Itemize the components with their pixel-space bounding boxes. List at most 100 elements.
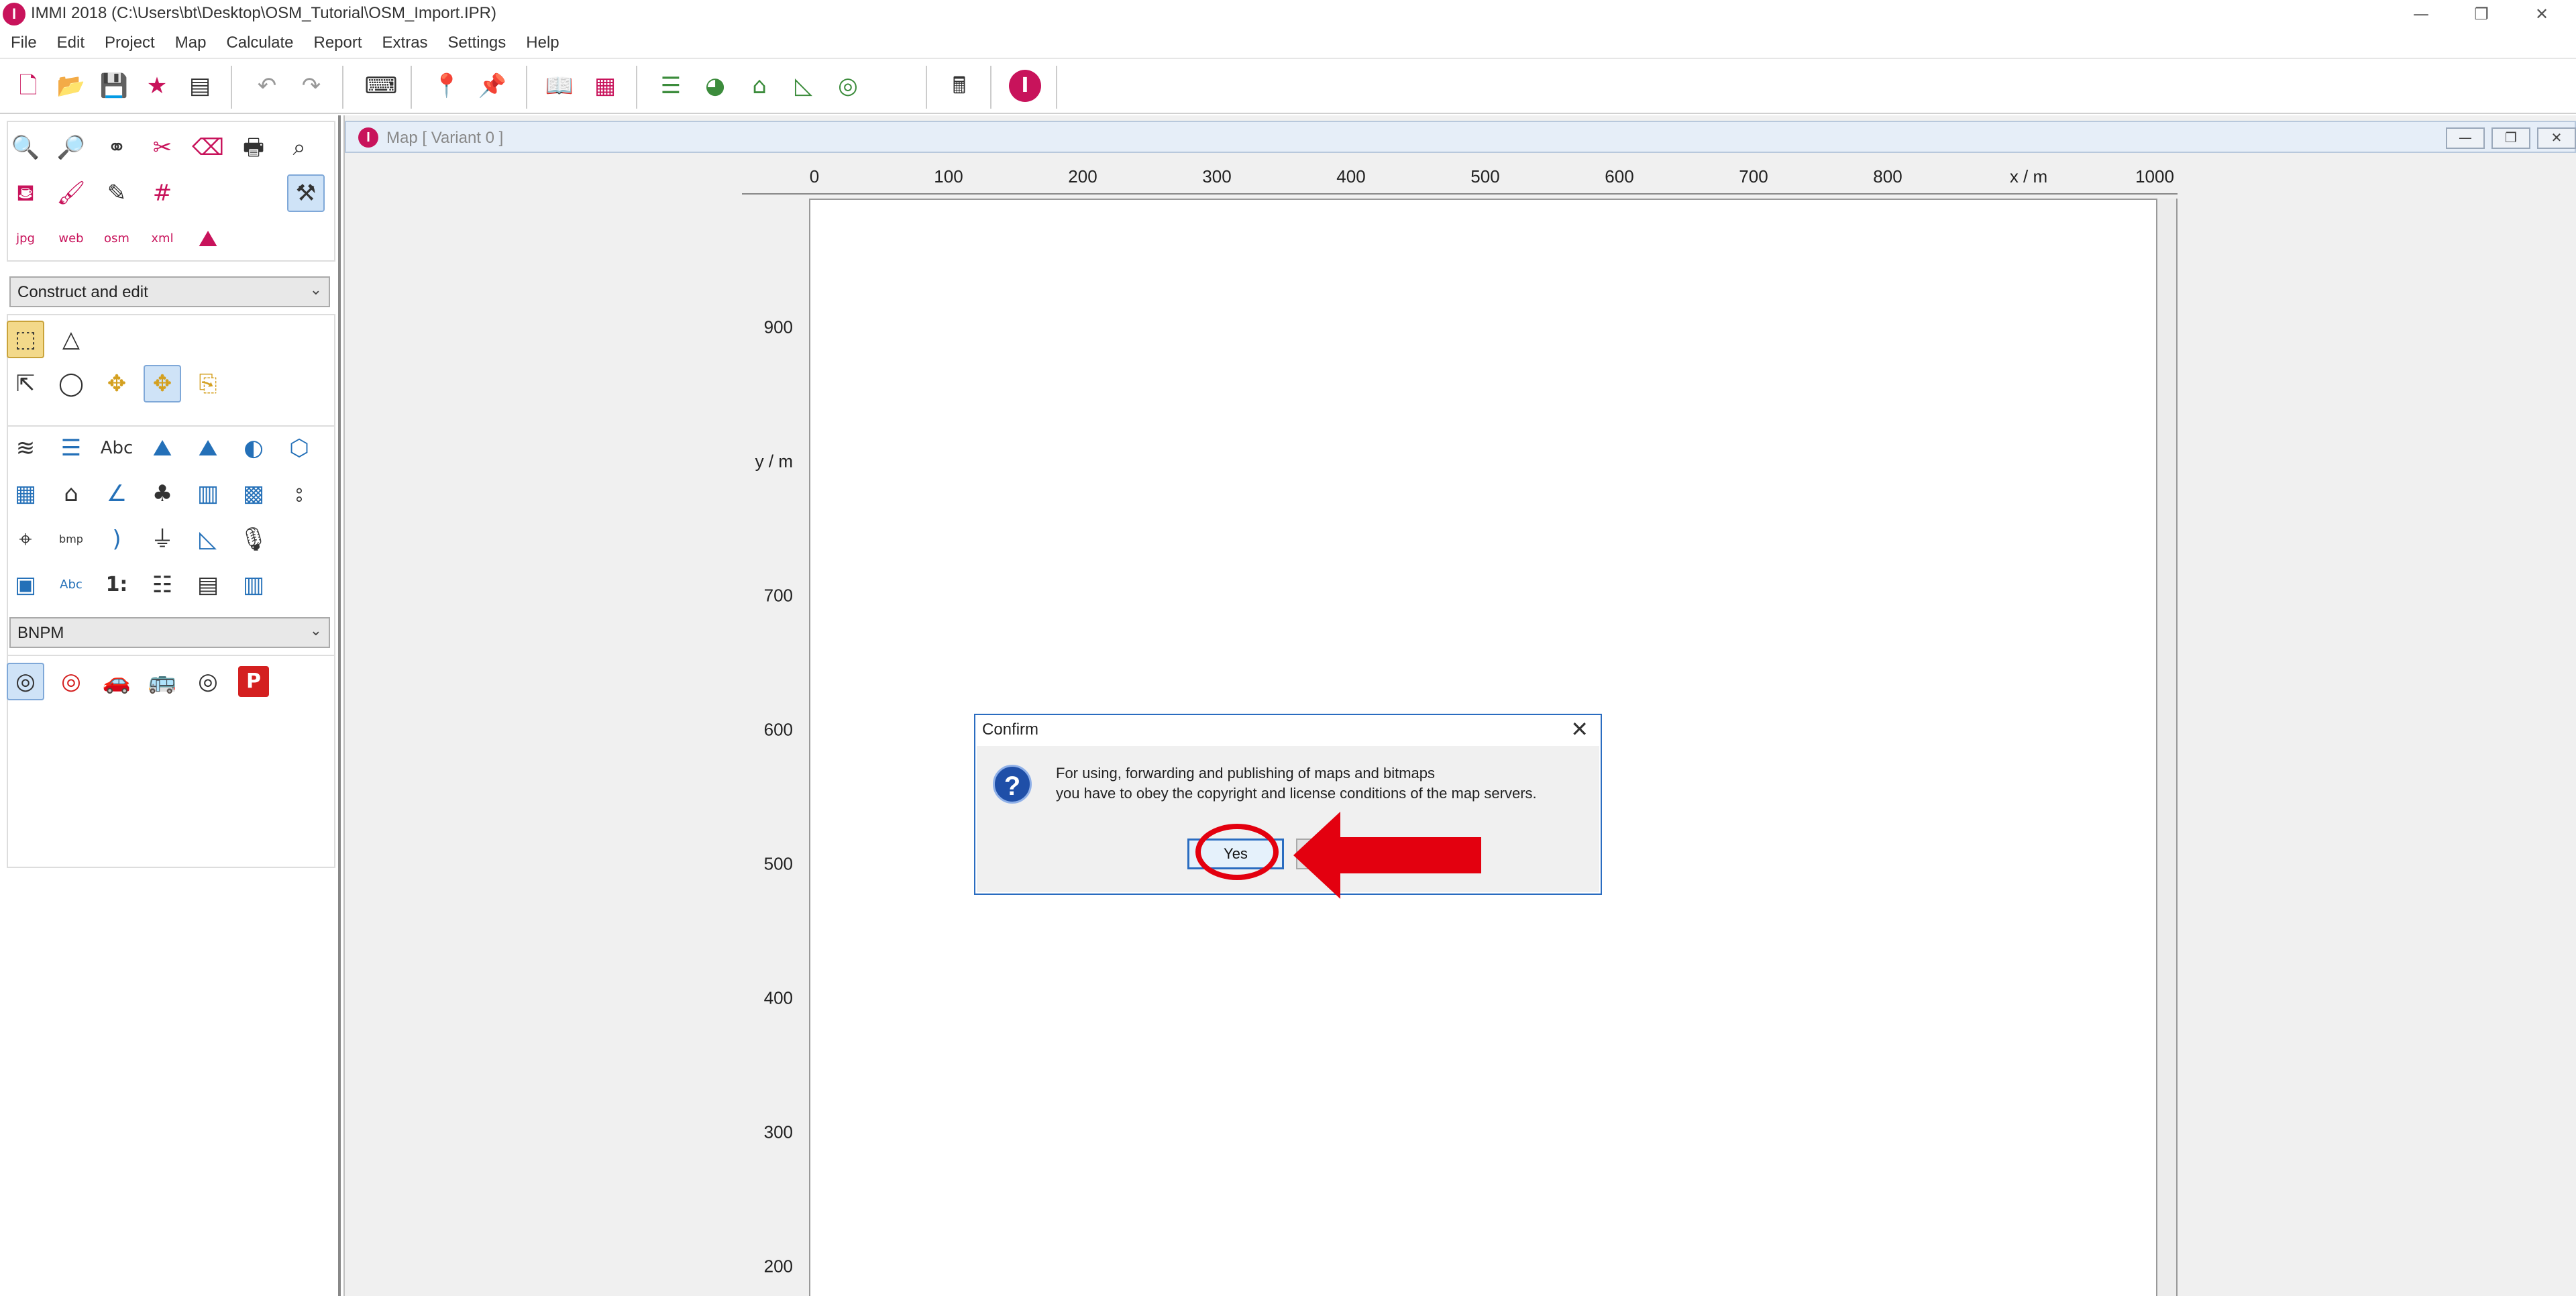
car-icon[interactable]: 🚗 [98,663,136,700]
move-icon[interactable]: ✥ [98,365,136,402]
slope-grid-icon[interactable]: ◺ [189,521,227,558]
open-project-icon[interactable]: 📂 [52,67,90,105]
map-minimize-button[interactable]: — [2446,127,2485,149]
menu-project[interactable]: Project [94,30,164,52]
menu-map[interactable]: Map [164,30,216,52]
mountain-line-icon[interactable]: ⛰ [189,429,227,467]
settings-sliders-icon[interactable]: ☰ [652,67,690,105]
no-button[interactable] [1296,839,1393,869]
select-edit-icon[interactable]: ⬚ [7,321,44,358]
mode-select[interactable]: Construct and edit ⌄ [9,276,330,307]
menu-bar: File Edit Project Map Calculate Report Extras S… [0,30,2576,56]
close-button[interactable]: ✕ [2512,0,2572,28]
printer-icon[interactable]: 🖶 [235,129,272,166]
restore-button[interactable]: ❐ [2451,0,2512,28]
frame-icon[interactable]: ▣ [7,566,44,604]
building-icon[interactable]: ⌂ [52,475,90,512]
properties-icon[interactable]: ▤ [181,67,219,105]
object-type-select[interactable]: BNPM ⌄ [9,617,330,648]
map-pin-icon[interactable]: 📍 [428,67,466,105]
eraser-icon[interactable]: ⌫ [189,129,227,166]
text-abc-icon[interactable]: Abc [98,429,136,467]
target-icon[interactable]: ◎ [829,67,867,105]
list-icon[interactable]: ☷ [144,566,181,604]
sound-source-icon[interactable]: ) [98,521,136,558]
map-close-button[interactable]: ✕ [2537,127,2576,149]
road-curve-icon[interactable]: ≋ [7,429,44,467]
scissors-icon[interactable]: ✂ [144,129,181,166]
menu-help[interactable]: Help [515,30,568,52]
columns-icon[interactable]: ▥ [235,566,272,604]
tree-icon[interactable]: ♣ [144,475,181,512]
undo-icon[interactable]: ↶ [248,67,286,105]
binoculars-icon[interactable]: ⚭ [98,129,136,166]
traffic-light-icon[interactable]: ⦂ [280,475,318,512]
road-icon[interactable]: ☰ [52,429,90,467]
house-icon[interactable]: ⌂ [741,67,778,105]
book-icon[interactable]: 📖 [541,67,578,105]
move-points-icon[interactable]: ✥ [144,365,181,402]
dialog-close-icon[interactable]: ✕ [1570,716,1589,742]
menu-report[interactable]: Report [303,30,371,52]
pie-ball-icon[interactable]: ◐ [235,429,272,467]
menu-extras[interactable]: Extras [372,30,437,52]
pencil-icon[interactable]: ✎ [98,174,136,212]
redo-icon[interactable]: ↷ [292,67,330,105]
angle-icon[interactable]: ∠ [98,475,136,512]
construct-tools-icon[interactable]: ⚒ [287,174,325,212]
pie-chart-icon[interactable]: ◕ [696,67,734,105]
new-project-icon[interactable]: 🗋 [9,67,47,105]
barrier-icon[interactable]: ▥ [189,475,227,512]
multi-select-icon[interactable]: ⇱ [7,365,44,402]
map-pin-remove-icon[interactable]: 📌 [474,67,511,105]
lasso-icon[interactable]: ◯ [52,365,90,402]
terrain-icon[interactable]: ⛰ [189,220,227,258]
grid-icon[interactable]: # [144,174,181,212]
polygon-edit-icon[interactable]: △ [52,321,90,358]
grid-table-icon[interactable]: ▦ [586,67,624,105]
map-restore-button[interactable]: ❐ [2491,127,2530,149]
zoom-list-icon[interactable]: ⌕ [280,129,318,166]
bmp-icon[interactable]: bmp [52,521,90,558]
import-jpg-icon[interactable]: jpg [7,220,44,258]
target-receiver-icon[interactable]: ◎ [189,663,227,700]
scale-icon[interactable]: 1: [98,566,136,604]
receiver-point-icon[interactable]: ◎ [7,663,44,700]
map-window-title: Map [ Variant 0 ] [386,129,504,147]
import-osm-icon[interactable]: osm [98,220,136,258]
menu-file[interactable]: File [0,30,46,52]
receiver-red-icon[interactable]: ◎ [52,663,90,700]
table-icon[interactable]: ▤ [189,566,227,604]
minimize-button[interactable]: — [2391,0,2451,28]
copy-shape-icon[interactable]: ⎘ [189,365,227,402]
zoom-out-icon[interactable]: 🔎 [52,129,90,166]
mountain-dotted-icon[interactable]: ⛰ [144,429,181,467]
bus-icon[interactable]: 🚌 [144,663,181,700]
hexagon-45-icon[interactable]: ⬡ [280,429,318,467]
zoom-in-icon[interactable]: 🔍 [7,129,44,166]
x-tick-label: 200 [1068,166,1097,186]
hatched-area-icon[interactable]: ▩ [235,475,272,512]
crosshair-icon[interactable]: ⌖ [7,521,44,558]
terrain-grid-icon[interactable]: ◺ [785,67,822,105]
yes-button[interactable]: Yes [1187,839,1284,869]
industrial-icon[interactable]: ⏚ [144,521,181,558]
favorites-icon[interactable]: ★ [138,67,176,105]
text-box-icon[interactable]: Abc [52,566,90,604]
brush-icon[interactable]: 🖌 [52,174,90,212]
import-xml-icon[interactable]: xml [144,220,181,258]
keyboard-icon[interactable]: ⌨ [362,67,400,105]
calculator-icon[interactable]: 🖩 [941,67,978,105]
paint-bucket-icon[interactable]: ⛾ [7,174,44,212]
wall-icon[interactable]: ▦ [7,475,44,512]
save-icon[interactable]: 💾 [95,67,133,105]
x-tick-label: 0 [809,166,820,186]
immi-logo-icon[interactable]: I [1006,67,1044,105]
bnpm-tools-row: ◎ ◎ 🚗 🚌 ◎ P [7,663,272,700]
microphone-icon[interactable]: 🎙 [235,521,272,558]
import-web-icon[interactable]: web [52,220,90,258]
menu-edit[interactable]: Edit [46,30,94,52]
menu-settings[interactable]: Settings [437,30,516,52]
parking-icon[interactable]: P [238,666,269,697]
menu-calculate[interactable]: Calculate [215,30,303,52]
